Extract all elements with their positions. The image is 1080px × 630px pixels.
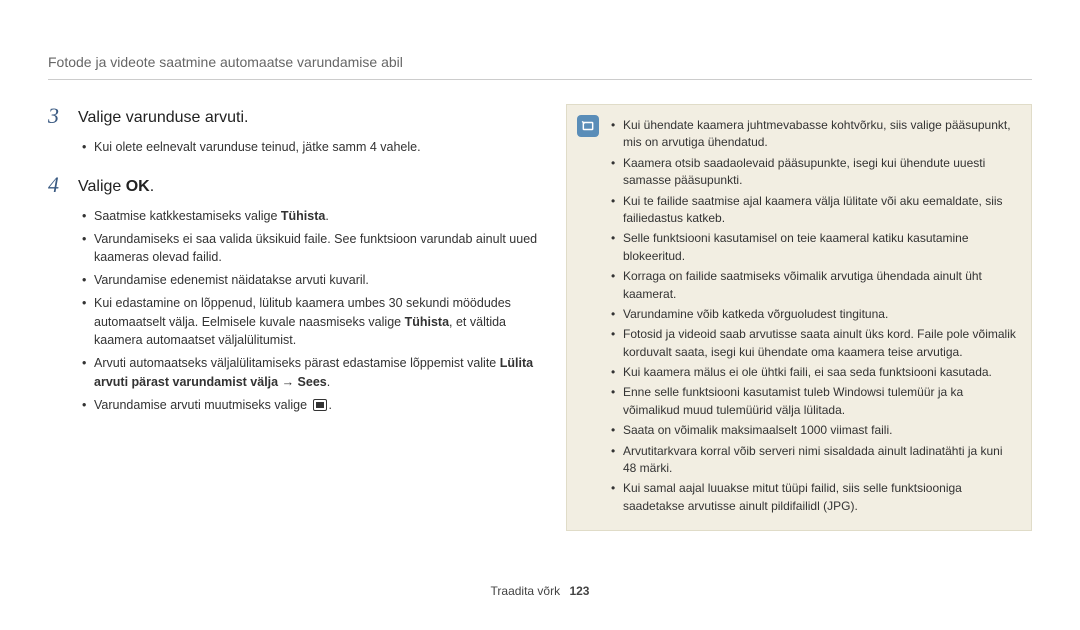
info-item: Fotosid ja videoid saab arvutisse saata … (611, 326, 1017, 361)
info-item: Korraga on failide saatmiseks võimalik a… (611, 268, 1017, 303)
info-item: Varundamine võib katkeda võrguoludest ti… (611, 306, 1017, 323)
info-item: Kui ühendate kaamera juhtmevabasse kohtv… (611, 117, 1017, 152)
step-4-bullets: Saatmise katkkestamiseks valige Tühista.… (48, 207, 538, 415)
header-divider (48, 79, 1032, 80)
step-4: 4 Valige OK. (48, 173, 538, 199)
info-icon (577, 115, 599, 137)
info-item: Kui samal aajal luuakse mitut tüüpi fail… (611, 480, 1017, 515)
bullet-item: Saatmise katkkestamiseks valige Tühista. (82, 207, 538, 226)
bullet-item: Varundamiseks ei saa valida üksikuid fai… (82, 230, 538, 268)
info-panel: Kui ühendate kaamera juhtmevabasse kohtv… (566, 104, 1032, 531)
step-text: Valige OK. (78, 173, 154, 199)
step-3: 3 Valige varunduse arvuti. (48, 104, 538, 130)
info-item: Kui kaamera mälus ei ole ühtki faili, ei… (611, 364, 1017, 381)
info-item: Enne selle funktsiooni kasutamist tuleb … (611, 384, 1017, 419)
left-column: 3 Valige varunduse arvuti. Kui olete eel… (48, 104, 538, 531)
info-item: Selle funktsiooni kasutamisel on teie ka… (611, 230, 1017, 265)
step-3-bullets: Kui olete eelnevalt varunduse teinud, jä… (48, 138, 538, 157)
page-number: 123 (569, 584, 589, 598)
step-text: Valige varunduse arvuti. (78, 104, 248, 130)
bullet-item: Kui edastamine on lõppenud, lülitub kaam… (82, 294, 538, 350)
info-list: Kui ühendate kaamera juhtmevabasse kohtv… (611, 117, 1017, 515)
info-item: Arvutitarkvara korral võib serveri nimi … (611, 443, 1017, 478)
info-item: Saata on võimalik maksimaalselt 1000 vii… (611, 422, 1017, 439)
info-item: Kaamera otsib saadaolevaid pääsupunkte, … (611, 155, 1017, 190)
step-number: 4 (48, 173, 64, 199)
step-number: 3 (48, 104, 64, 130)
footer-section: Traadita võrk (491, 584, 561, 598)
computer-icon (313, 399, 327, 411)
info-item: Kui te failide saatmise ajal kaamera väl… (611, 193, 1017, 228)
bullet-item: Varundamise arvuti muutmiseks valige . (82, 396, 538, 415)
bullet-item: Arvuti automaatseks väljalülitamiseks pä… (82, 354, 538, 392)
page-header: Fotode ja videote saatmine automaatse va… (48, 52, 1032, 73)
bullet-item: Varundamise edenemist näidatakse arvuti … (82, 271, 538, 290)
bullet-item: Kui olete eelnevalt varunduse teinud, jä… (82, 138, 538, 157)
right-column: Kui ühendate kaamera juhtmevabasse kohtv… (566, 104, 1032, 531)
page-footer: Traadita võrk 123 (0, 582, 1080, 600)
